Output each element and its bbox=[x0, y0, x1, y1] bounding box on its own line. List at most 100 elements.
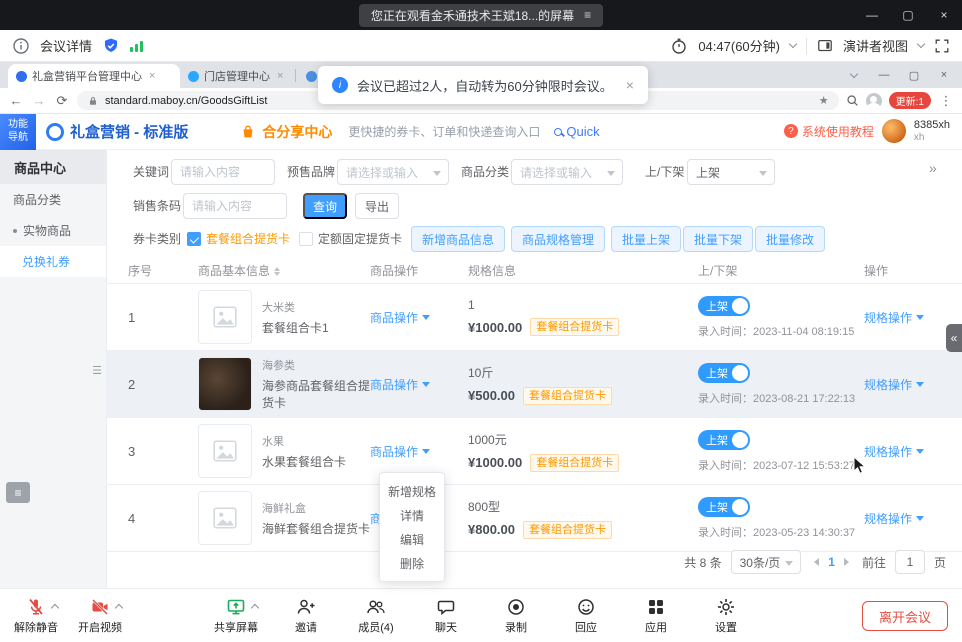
spec-op-link[interactable]: 规格操作 bbox=[864, 376, 962, 393]
product-op-link[interactable]: 商品操作 bbox=[370, 309, 468, 326]
export-button[interactable]: 导出 bbox=[355, 193, 399, 219]
banner-menu-icon[interactable]: ≡ bbox=[584, 8, 591, 22]
view-mode-button[interactable]: 演讲者视图 bbox=[843, 36, 908, 55]
menu-item-detail[interactable]: 详情 bbox=[380, 503, 444, 527]
minimize-icon[interactable]: — bbox=[854, 0, 890, 30]
sidebar-section-product-center[interactable]: 商品中心 bbox=[0, 150, 106, 184]
sidebar-item-product-category[interactable]: 商品分类 bbox=[0, 184, 106, 215]
barcode-input[interactable] bbox=[183, 193, 287, 219]
browser-tab[interactable]: 门店管理中心 × bbox=[180, 64, 293, 88]
sidebar-collapse-icon[interactable]: ☰ bbox=[92, 364, 102, 377]
spec-value: 1 bbox=[468, 298, 698, 312]
start-video-button[interactable]: 开启视频 bbox=[78, 597, 122, 635]
tutorial-link[interactable]: ? 系统使用教程 bbox=[784, 123, 874, 140]
reaction-button[interactable]: 回应 bbox=[564, 597, 608, 635]
user-avatar[interactable] bbox=[882, 119, 906, 143]
filter-collapse-icon[interactable]: » bbox=[929, 160, 937, 176]
user-menu[interactable]: 8385xh xh bbox=[914, 119, 950, 143]
quick-search-link[interactable]: Quick bbox=[554, 124, 599, 139]
spec-op-link[interactable]: 规格操作 bbox=[864, 510, 962, 527]
shelf-toggle[interactable]: 上架 bbox=[698, 363, 750, 383]
forward-icon[interactable]: → bbox=[31, 93, 47, 108]
floating-list-button[interactable]: ≡ bbox=[6, 482, 30, 503]
watching-banner-text: 您正在观看金禾通技术王斌18...的屏幕 bbox=[371, 7, 574, 24]
keyword-input[interactable] bbox=[171, 159, 275, 185]
category-select[interactable]: 请选择或输入 bbox=[511, 159, 623, 185]
share-center-link[interactable]: 合分享中心 bbox=[262, 122, 332, 142]
next-page-icon[interactable] bbox=[844, 558, 853, 566]
product-image bbox=[198, 491, 252, 545]
network-signal-icon[interactable] bbox=[130, 40, 143, 52]
shelf-toggle[interactable]: 上架 bbox=[698, 430, 750, 450]
fixed-card-checkbox[interactable] bbox=[299, 232, 313, 246]
fullscreen-icon[interactable] bbox=[934, 38, 950, 54]
tab-search-icon[interactable] bbox=[840, 63, 868, 87]
batch-edit-button[interactable]: 批量修改 bbox=[755, 226, 825, 252]
share-options-icon[interactable] bbox=[251, 603, 259, 611]
product-op-link[interactable]: 商品操作 bbox=[370, 376, 468, 393]
brand-select[interactable]: 请选择或输入 bbox=[337, 159, 449, 185]
panel-expand-handle[interactable]: « bbox=[946, 324, 962, 352]
mic-options-icon[interactable] bbox=[51, 603, 59, 611]
zoom-icon[interactable] bbox=[846, 94, 859, 107]
back-icon[interactable]: ← bbox=[8, 93, 24, 108]
spec-manage-button[interactable]: 商品规格管理 bbox=[511, 226, 605, 252]
gear-icon bbox=[716, 597, 736, 617]
product-op-link[interactable]: 商品操作 bbox=[370, 443, 468, 460]
menu-item-delete[interactable]: 删除 bbox=[380, 551, 444, 575]
close-icon[interactable]: × bbox=[926, 0, 962, 30]
menu-item-add-spec[interactable]: 新增规格 bbox=[380, 479, 444, 503]
shelf-select[interactable]: 上架 bbox=[687, 159, 775, 185]
search-button[interactable]: 查询 bbox=[303, 193, 347, 219]
browser-maximize-icon[interactable]: ▢ bbox=[900, 63, 928, 87]
members-button[interactable]: 成员(4) bbox=[354, 597, 398, 635]
spec-op-link[interactable]: 规格操作 bbox=[864, 443, 962, 460]
meeting-details-button[interactable]: 会议详情 bbox=[40, 36, 92, 55]
card-type-badge: 套餐组合提货卡 bbox=[530, 454, 619, 472]
quick-search-icon bbox=[554, 128, 562, 136]
bookmark-star-icon[interactable]: ★ bbox=[819, 94, 829, 107]
browser-menu-icon[interactable]: ⋮ bbox=[938, 93, 954, 109]
page-number[interactable]: 1 bbox=[828, 555, 835, 569]
leave-meeting-button[interactable]: 离开会议 bbox=[862, 601, 948, 631]
shelf-toggle[interactable]: 上架 bbox=[698, 497, 750, 517]
browser-tab-active[interactable]: 礼盒营销平台管理中心 × bbox=[8, 64, 180, 88]
browser-minimize-icon[interactable]: — bbox=[870, 63, 898, 87]
video-options-icon[interactable] bbox=[115, 603, 123, 611]
page-size-select[interactable]: 30条/页 bbox=[731, 550, 802, 574]
view-mode-dropdown-icon[interactable] bbox=[917, 40, 925, 48]
tab-close-icon[interactable]: × bbox=[275, 70, 285, 82]
function-nav-toggle[interactable]: 功能 导航 bbox=[0, 114, 36, 150]
update-badge[interactable]: 更新:1 bbox=[889, 92, 931, 109]
combo-card-checkbox[interactable] bbox=[187, 232, 201, 246]
menu-item-edit[interactable]: 编辑 bbox=[380, 527, 444, 551]
shelf-toggle[interactable]: 上架 bbox=[698, 296, 750, 316]
browser-close-icon[interactable]: × bbox=[930, 63, 958, 87]
combo-card-checkbox-label[interactable]: 套餐组合提货卡 bbox=[206, 231, 290, 247]
goto-page-input[interactable] bbox=[895, 550, 925, 574]
sidebar-item-physical-goods[interactable]: 实物商品 bbox=[0, 215, 106, 246]
sort-icon[interactable] bbox=[274, 264, 280, 279]
unmute-button[interactable]: 解除静音 bbox=[14, 597, 58, 635]
timer-dropdown-icon[interactable] bbox=[789, 40, 797, 48]
fixed-card-checkbox-label[interactable]: 定额固定提货卡 bbox=[318, 231, 402, 247]
tab-close-icon[interactable]: × bbox=[147, 70, 157, 82]
record-button[interactable]: 录制 bbox=[494, 597, 538, 635]
maximize-icon[interactable]: ▢ bbox=[890, 0, 926, 30]
security-shield-icon[interactable] bbox=[102, 37, 120, 55]
browser-profile-avatar[interactable] bbox=[866, 93, 882, 109]
apps-button[interactable]: 应用 bbox=[634, 597, 678, 635]
table-row: 2 海参类海参商品套餐组合提货卡 商品操作 10斤 ¥500.00套餐组合提货卡… bbox=[107, 351, 962, 418]
prev-page-icon[interactable] bbox=[810, 558, 819, 566]
batch-onshelf-button[interactable]: 批量上架 bbox=[611, 226, 681, 252]
settings-button[interactable]: 设置 bbox=[704, 597, 748, 635]
invite-button[interactable]: 邀请 bbox=[284, 597, 328, 635]
add-product-button[interactable]: 新增商品信息 bbox=[411, 226, 505, 252]
chat-button[interactable]: 聊天 bbox=[424, 597, 468, 635]
batch-offshelf-button[interactable]: 批量下架 bbox=[683, 226, 753, 252]
share-screen-button[interactable]: 共享屏幕 bbox=[214, 597, 258, 635]
notice-close-icon[interactable]: × bbox=[626, 77, 634, 93]
refresh-icon[interactable]: ⟳ bbox=[54, 93, 70, 109]
spec-op-link[interactable]: 规格操作 bbox=[864, 309, 962, 326]
sidebar-item-gift-coupon[interactable]: 兑换礼券 bbox=[0, 246, 106, 277]
